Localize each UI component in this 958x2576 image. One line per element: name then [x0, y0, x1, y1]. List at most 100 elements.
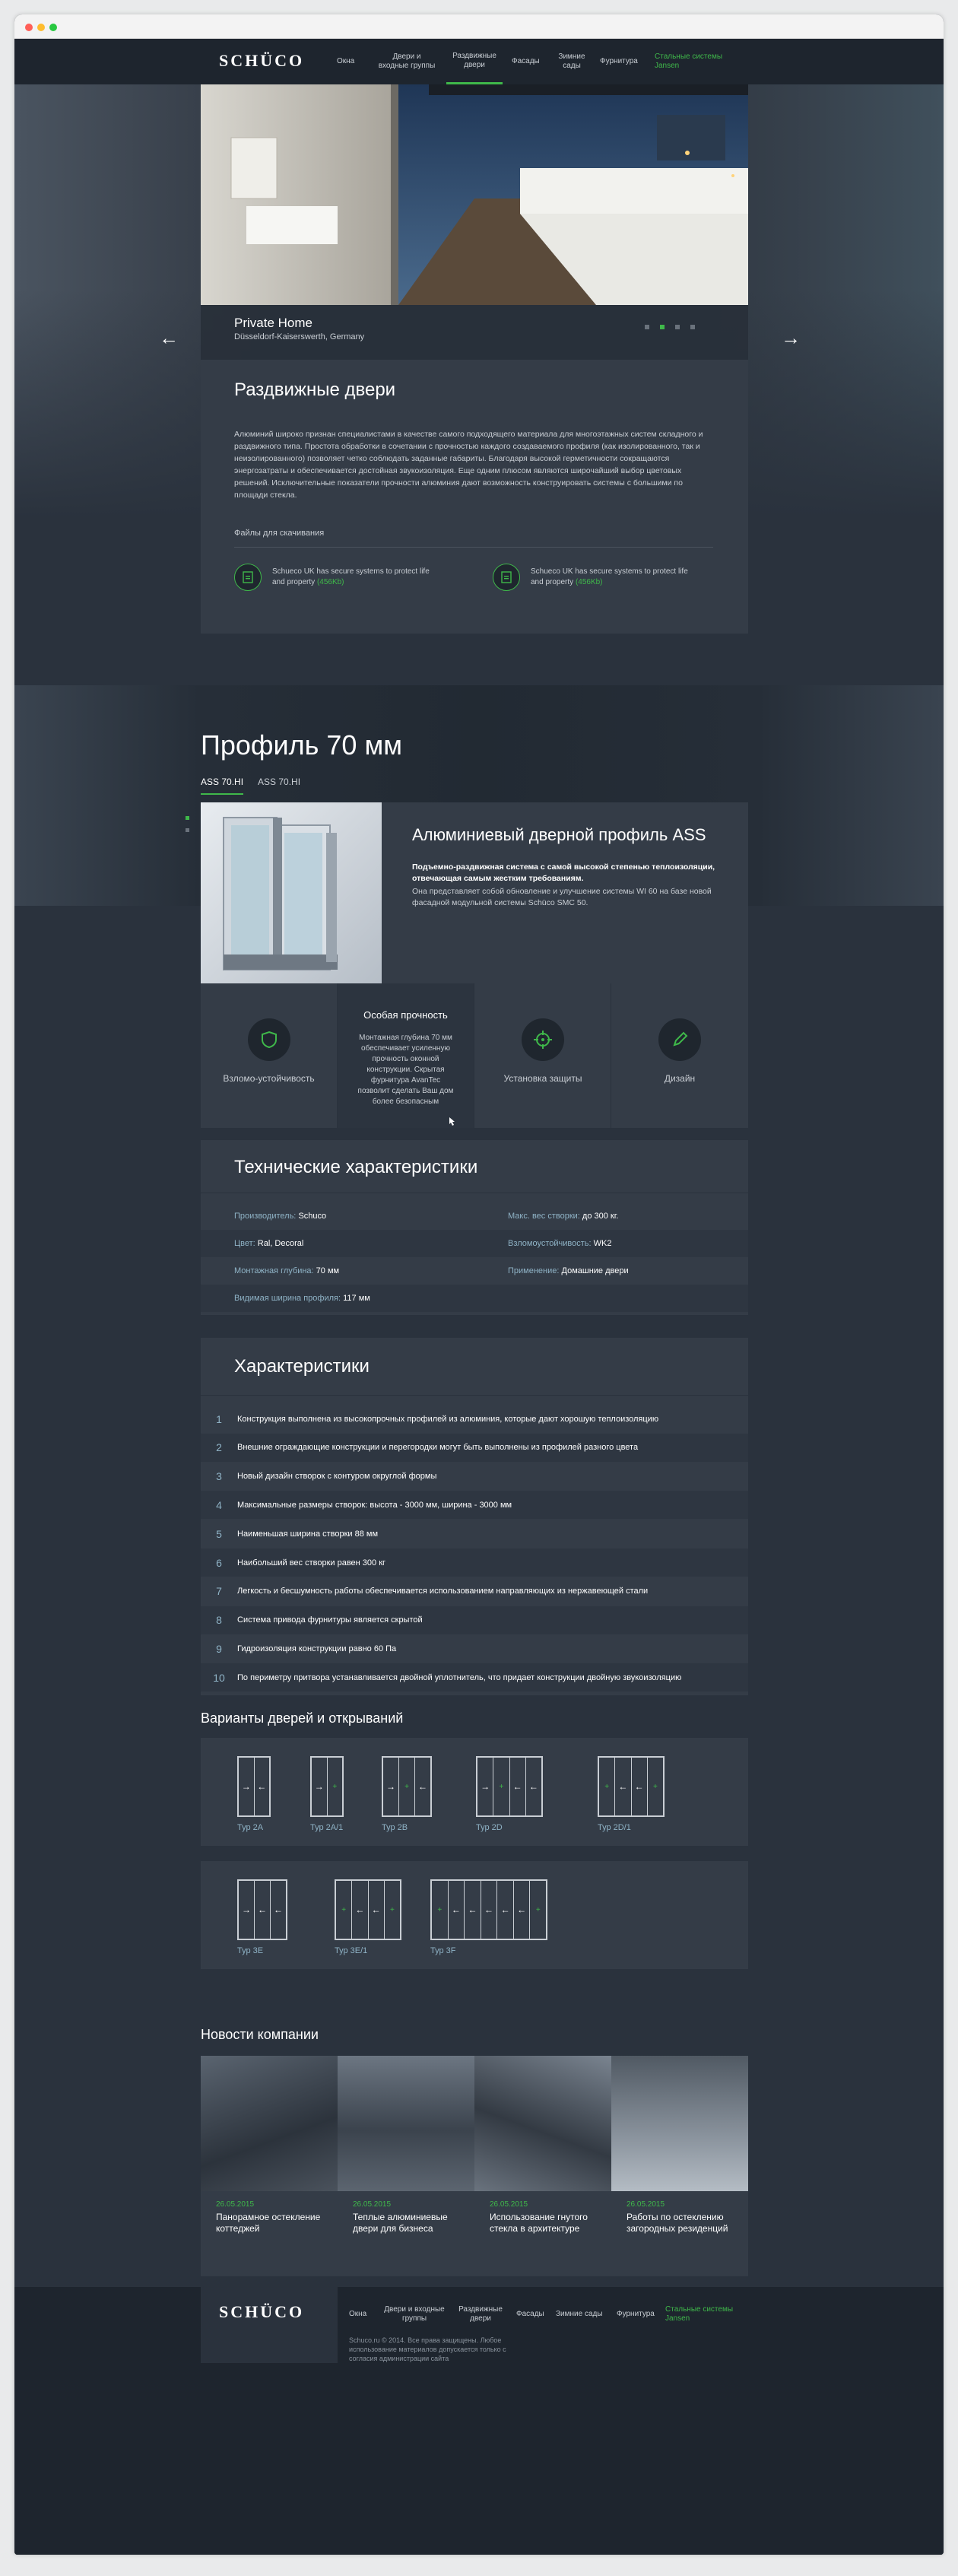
sliding-doors-panel: Раздвижные двери Алюминий широко признан…	[201, 360, 748, 634]
feature-design[interactable]: Дизайн	[611, 983, 748, 1128]
news-card-3[interactable]: 26.05.2015 Использование гнутого стекла …	[474, 2056, 611, 2276]
footer-nav-sliding-doors[interactable]: Раздвижные двери	[452, 2305, 509, 2323]
side-indicator-active[interactable]	[186, 816, 189, 820]
news-title[interactable]: Теплые алюминиевые двери для бизнеса	[353, 2212, 459, 2235]
footer-nav-winter-gardens[interactable]: Зимние сады	[556, 2310, 603, 2319]
nav-item-winter-gardens[interactable]: Зимние сады	[551, 39, 592, 84]
browser-window: SCHÜCO Окна Двери и входные группы Раздв…	[14, 14, 944, 2555]
profile-cross-section-art	[223, 817, 338, 970]
hero-next-arrow[interactable]: →	[781, 326, 801, 350]
characteristics-header: Характеристики	[201, 1338, 748, 1396]
footer-nav-hardware[interactable]: Фурнитура	[617, 2310, 655, 2319]
nav-item-doors[interactable]: Двери и входные группы	[373, 39, 440, 84]
footer-nav-windows[interactable]: Окна	[349, 2310, 366, 2319]
side-indicator[interactable]	[186, 828, 189, 832]
sliding-heading: Раздвижные двери	[234, 380, 396, 400]
arrow-left-icon: ←	[274, 1904, 283, 1915]
characteristic-number: 8	[216, 1614, 222, 1627]
news-card-4[interactable]: 26.05.2015 Работы по остеклению загородн…	[611, 2056, 748, 2276]
door-variant[interactable]: → ← ←	[237, 1879, 287, 1940]
door-variant-label: Тур 3Е/1	[335, 1946, 368, 1955]
characteristic-text: Система привода фурнитуры является скрыт…	[237, 1615, 423, 1625]
news-image	[201, 2056, 338, 2191]
file-link-1[interactable]: Schueco UK has secure systems to protect…	[234, 564, 432, 591]
characteristic-number: 7	[216, 1585, 222, 1598]
news-title[interactable]: Работы по остеклению загородных резиденц…	[627, 2212, 733, 2235]
news-card-2[interactable]: 26.05.2015 Теплые алюминиевые двери для …	[338, 2056, 474, 2276]
footer-logo[interactable]: SCHÜCO	[219, 2302, 304, 2322]
characteristic-number: 10	[213, 1671, 225, 1684]
feature-burglar-resistance[interactable]: Взломо-устойчивость	[201, 983, 338, 1128]
fixed-leaf-icon: +	[432, 1881, 449, 1939]
nav-item-facades[interactable]: Фасады	[507, 39, 544, 84]
news-title[interactable]: Использование гнутого стекла в архитекту…	[490, 2212, 596, 2235]
feature-protection[interactable]: Установка защиты	[474, 983, 611, 1128]
characteristic-number: 3	[216, 1470, 222, 1483]
door-variant[interactable]: → ←	[237, 1756, 271, 1817]
arrow-right-icon: →	[239, 1881, 255, 1939]
arrow-right-icon: →	[312, 1758, 328, 1815]
site-header: SCHÜCO Окна Двери и входные группы Раздв…	[14, 39, 944, 84]
footer-nav-facades[interactable]: Фасады	[516, 2310, 544, 2319]
feature-strength[interactable]: Особая прочность Монтажная глубина 70 мм…	[338, 983, 474, 1128]
door-variant[interactable]: + ← ← ← ← ← +	[430, 1879, 547, 1940]
characteristic-text: Наименьшая ширина створки 88 мм	[237, 1529, 379, 1539]
feature-strength-text: Монтажная глубина 70 мм обеспечивает уси…	[357, 1034, 454, 1106]
footer-nav-doors[interactable]: Двери и входные группы	[384, 2305, 445, 2323]
logo[interactable]: SCHÜCO	[219, 51, 304, 71]
door-variant[interactable]: → + ←	[382, 1756, 432, 1817]
nav-item-hardware[interactable]: Фурнитура	[595, 39, 642, 84]
pdf-icon	[493, 564, 520, 591]
specs-panel: Технические характеристики Производитель…	[201, 1140, 748, 1315]
nav-item-jansen[interactable]: Стальные системы Jansen	[650, 39, 734, 84]
slider-dot[interactable]	[690, 325, 695, 329]
minimize-window-button[interactable]	[37, 24, 45, 31]
specs-header: Технические характеристики	[201, 1140, 748, 1193]
hero-caption: Private Home Düsseldorf-Kaiserswerth, Ge…	[201, 305, 748, 360]
nav-item-sliding-doors[interactable]: Раздвижные двери	[446, 39, 503, 84]
news-date: 26.05.2015	[353, 2200, 392, 2209]
arrow-left-icon: ←	[465, 1881, 481, 1939]
news-date: 26.05.2015	[490, 2200, 528, 2209]
spec-value: до 300 кг.	[582, 1212, 619, 1221]
slider-dot[interactable]	[645, 325, 649, 329]
footer-nav-jansen[interactable]: Стальные системы Jansen	[665, 2305, 741, 2323]
maximize-window-button[interactable]	[49, 24, 57, 31]
tab-ass-2[interactable]: ASS 70.HI	[258, 777, 300, 787]
close-window-button[interactable]	[25, 24, 33, 31]
spec-value: Домашние двери	[561, 1266, 629, 1275]
hero-prev-arrow[interactable]: ←	[159, 326, 179, 350]
arrow-left-icon: ←	[514, 1881, 531, 1939]
door-variant[interactable]: → + ← ←	[476, 1756, 543, 1817]
characteristic-item: 3 Новый дизайн створок с контуром округло…	[201, 1463, 748, 1491]
slider-dot[interactable]	[675, 325, 680, 329]
tab-ass-1[interactable]: ASS 70.HI	[201, 777, 244, 795]
fixed-leaf-icon: +	[599, 1758, 616, 1815]
arrow-left-icon: ←	[497, 1881, 514, 1939]
door-variant[interactable]: + ← ← +	[335, 1879, 401, 1940]
characteristics-heading: Характеристики	[234, 1356, 370, 1377]
spec-row-1: Производитель: Schuco Макс. вес створки:…	[201, 1202, 748, 1230]
arrow-left-icon: ←	[632, 1758, 648, 1815]
file-link-2[interactable]: Schueco UK has secure systems to protect…	[493, 564, 690, 591]
file-size-2: (456Kb)	[575, 578, 603, 586]
fixed-leaf-icon: +	[389, 1905, 395, 1914]
arrow-left-icon: ←	[510, 1758, 526, 1815]
slider-dot-active[interactable]	[660, 325, 665, 329]
door-variant[interactable]: → +	[310, 1756, 344, 1817]
fixed-leaf-icon: +	[493, 1758, 510, 1815]
spec-value: 117 мм	[343, 1294, 370, 1303]
news-image	[611, 2056, 748, 2191]
profile-heading: Профиль 70 мм	[201, 729, 402, 761]
door-variants-panel-1: → ← Тур 2А → + Тур 2А/1 → + ← Тур 2В → + ← ← Тур 2D + ← ←…	[201, 1738, 748, 1846]
shield-icon	[247, 1018, 290, 1061]
news-title[interactable]: Панорамное остекление коттеджей	[216, 2212, 322, 2235]
door-variant[interactable]: + ← ← +	[598, 1756, 665, 1817]
file-text-2: Schueco UK has secure systems to protect…	[531, 567, 688, 586]
door-variant-label: Тур 2А	[237, 1823, 264, 1832]
hero-title: Private Home	[234, 316, 312, 330]
hero-photo	[201, 84, 748, 305]
sliding-body: Алюминий широко признан специалистами в …	[234, 430, 703, 500]
news-card-1[interactable]: 26.05.2015 Панорамное остекление коттедж…	[201, 2056, 338, 2276]
nav-item-windows[interactable]: Окна	[332, 39, 359, 84]
